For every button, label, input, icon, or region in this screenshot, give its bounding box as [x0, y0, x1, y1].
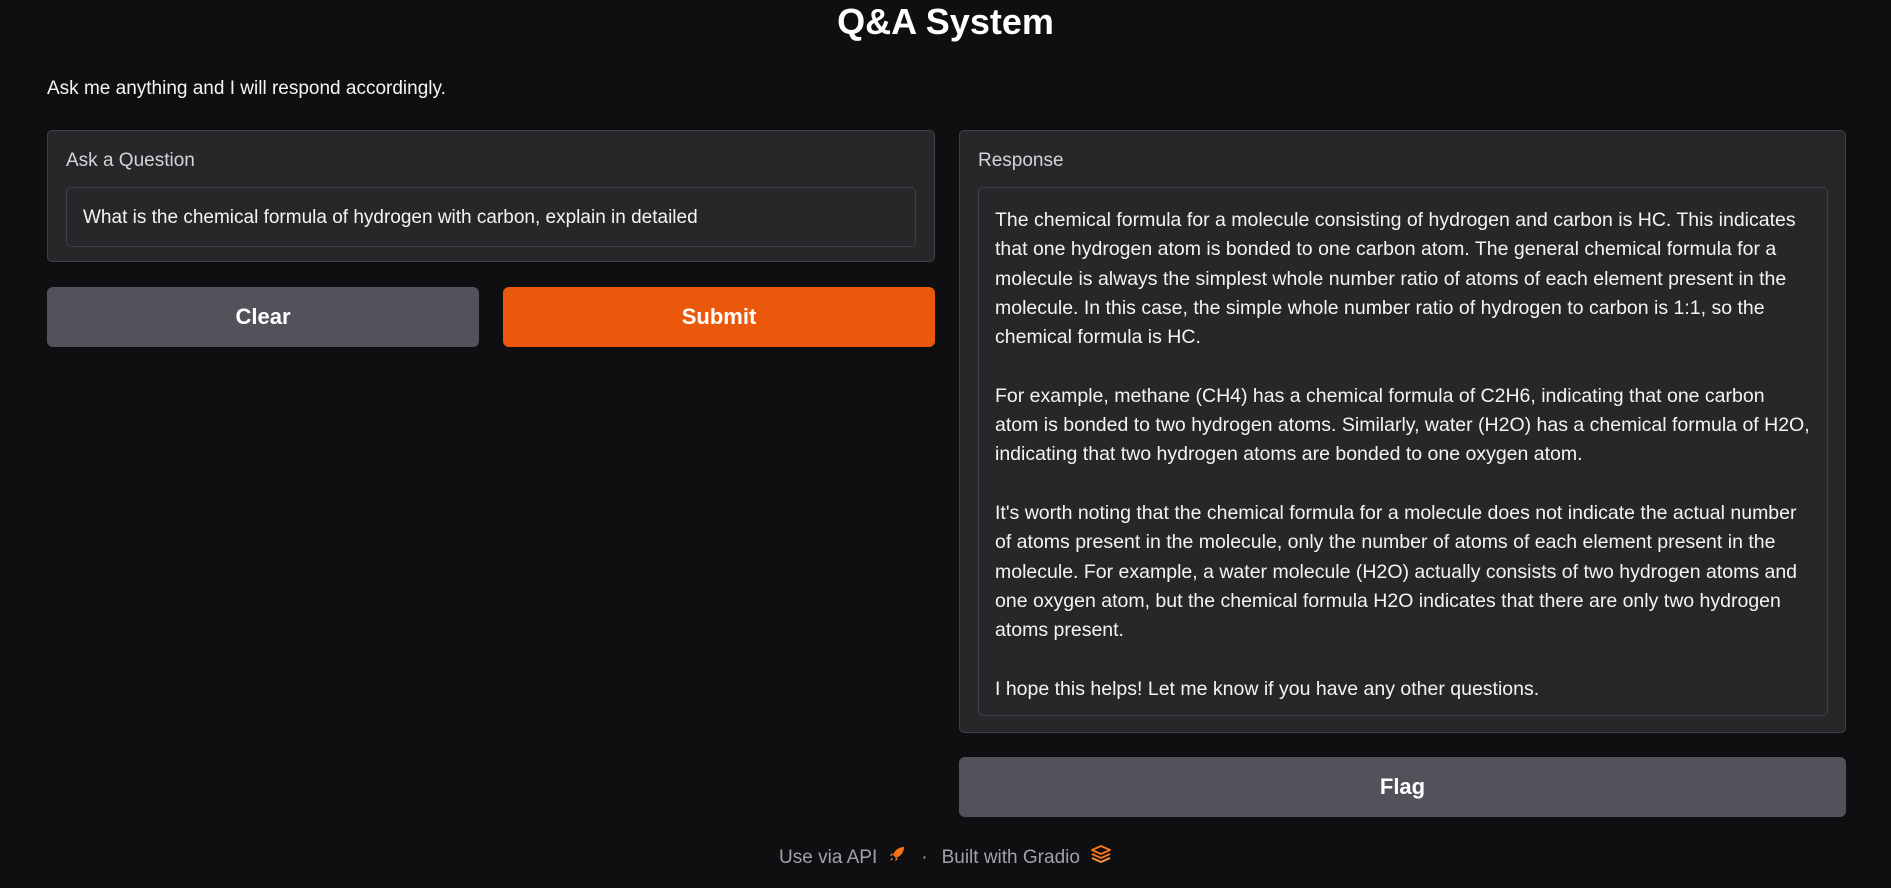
question-panel: Ask a Question What is the chemical form… — [47, 130, 935, 262]
question-input[interactable]: What is the chemical formula of hydrogen… — [66, 187, 916, 247]
use-via-api-link[interactable]: Use via API — [779, 844, 907, 871]
question-label: Ask a Question — [66, 150, 195, 171]
built-with-gradio-link[interactable]: Built with Gradio — [942, 844, 1112, 871]
built-with-gradio-label: Built with Gradio — [941, 846, 1080, 868]
response-output[interactable]: The chemical formula for a molecule cons… — [978, 187, 1828, 716]
response-paragraph: The chemical formula for a molecule cons… — [995, 209, 1796, 349]
response-panel: Response The chemical formula for a mole… — [959, 130, 1846, 733]
use-via-api-label: Use via API — [779, 846, 878, 868]
clear-button[interactable]: Clear — [47, 287, 479, 347]
submit-button[interactable]: Submit — [503, 287, 935, 347]
footer: Use via API · Built with Gradio — [0, 844, 1891, 871]
qa-app: Q&A System Ask me anything and I will re… — [0, 0, 1891, 888]
page-description: Ask me anything and I will respond accor… — [47, 78, 446, 99]
gradio-logo-icon — [1090, 844, 1112, 871]
flag-button[interactable]: Flag — [959, 757, 1846, 817]
footer-separator: · — [921, 846, 928, 868]
response-paragraph: For example, methane (CH4) has a chemica… — [995, 384, 1810, 466]
response-paragraph: I hope this helps! Let me know if you ha… — [995, 677, 1540, 700]
response-paragraph: It's worth noting that the chemical form… — [995, 501, 1798, 642]
response-label: Response — [978, 150, 1064, 171]
rocket-icon — [887, 844, 907, 871]
page-title: Q&A System — [837, 1, 1054, 42]
